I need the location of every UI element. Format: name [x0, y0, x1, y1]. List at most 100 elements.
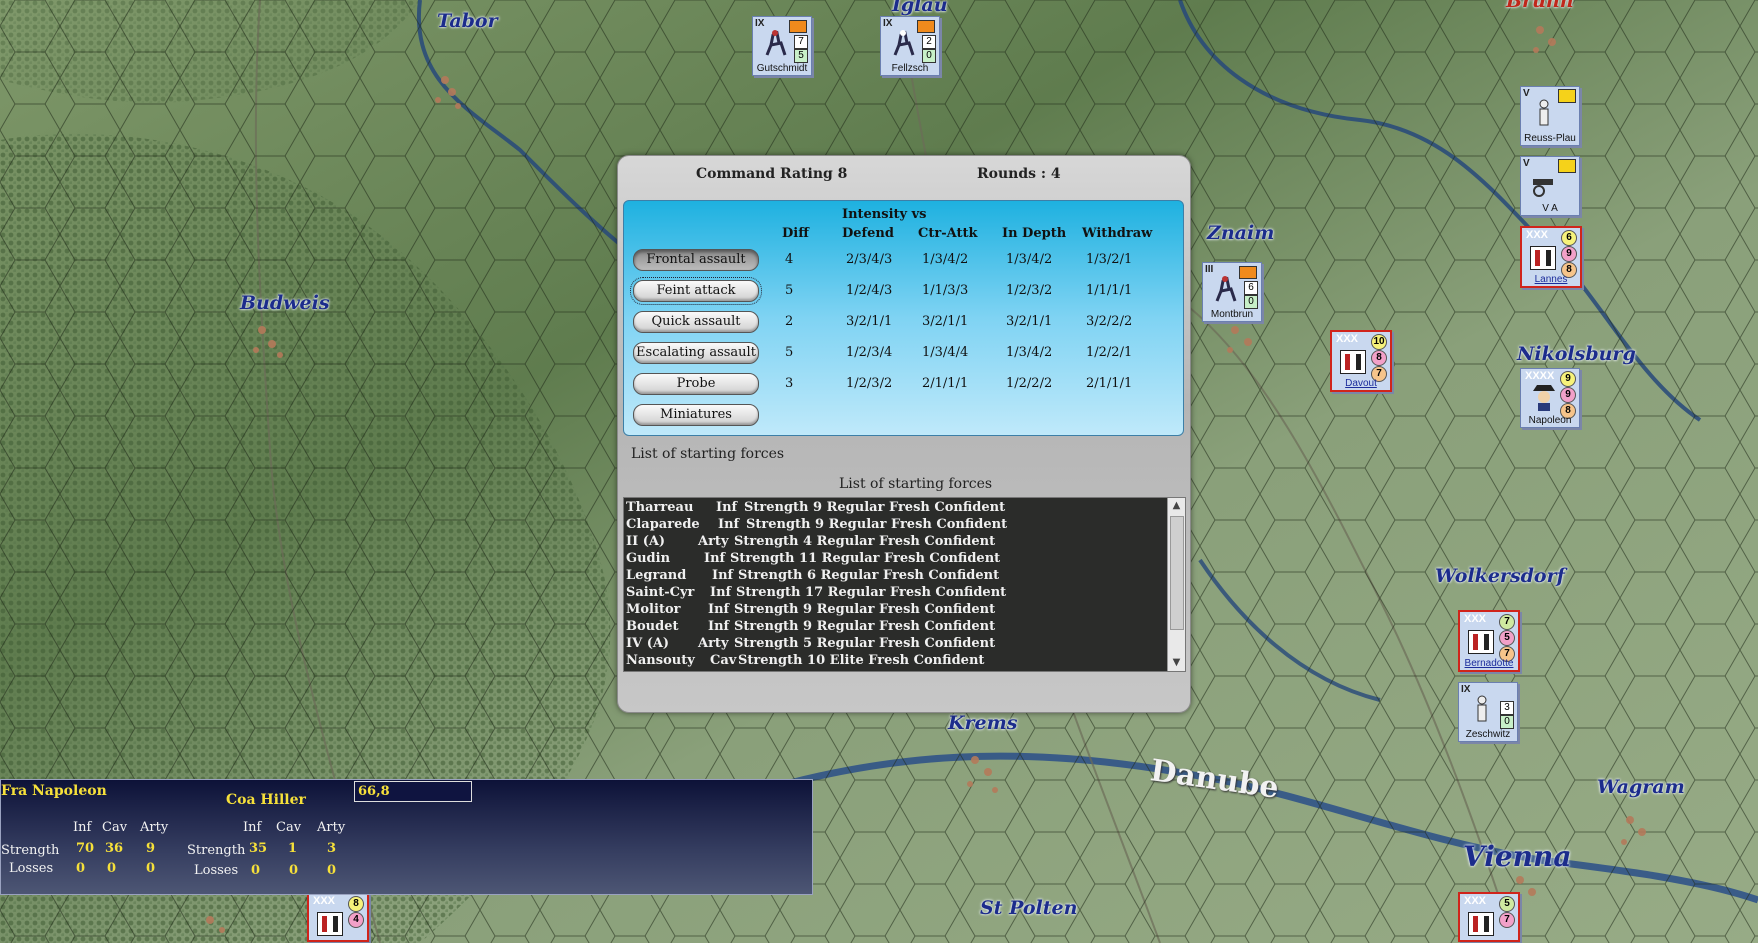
unit-counter-zeschwitz[interactable]: IX 3 0 Zeschwitz: [1458, 682, 1518, 742]
forces-scrollbar[interactable]: ▲ ▼: [1167, 498, 1185, 671]
unit-name: Lannes: [1534, 274, 1568, 285]
unit-badge: 9: [1561, 246, 1577, 262]
force-row[interactable]: Tharreau Inf Strength 9 Regular Fresh Conf…: [626, 500, 1166, 517]
unit-badge: 4: [348, 912, 364, 928]
unit-counter-davout[interactable]: XXX 10 8 7 Davout: [1330, 330, 1392, 392]
unit-level: IX: [755, 18, 765, 29]
scroll-thumb[interactable]: [1170, 516, 1184, 630]
city-label-znaim: Znaim: [1207, 222, 1275, 244]
unit-badge: 6: [1561, 230, 1577, 246]
unit-counter-lannes[interactable]: XXX 6 9 8 Lannes: [1520, 226, 1582, 288]
unit-counter-fellzsch[interactable]: IX 2 0 Fellzsch: [880, 16, 940, 76]
force-name: Gudin: [626, 551, 671, 566]
unit-counter-napoleon[interactable]: XXXX 9 9 8 Napoleon: [1520, 368, 1580, 428]
force-row[interactable]: Claparede Inf Strength 9 Regular Fresh Con…: [626, 517, 1166, 534]
tactic-defend: 1/2/3/2: [846, 376, 893, 391]
tactic-button-miniatures[interactable]: Miniatures: [633, 404, 759, 426]
city-label-brunn: Brünn: [1506, 0, 1574, 12]
unit-badge: 9: [1560, 387, 1576, 403]
tactic-button-feint-attack[interactable]: Feint attack: [630, 277, 762, 305]
column-header-inf: Inf: [73, 820, 92, 835]
tactic-in-depth: 1/2/2/2: [1006, 376, 1053, 391]
tactic-ctr-attk: 2/1/1/1: [922, 376, 969, 391]
corps-flag-icon: [1340, 350, 1366, 374]
corps-flag-icon: [1468, 630, 1494, 654]
force-type: Inf: [704, 551, 726, 566]
unit-type-icon: [917, 20, 935, 33]
force-row[interactable]: Saint-Cyr Inf Strength 17 Regular Fresh Co…: [626, 585, 1166, 602]
unit-name: Davout: [1345, 378, 1377, 389]
tactic-withdraw: 3/2/2/2: [1086, 314, 1133, 329]
force-detail: Strength 11 Regular Fresh Confident: [730, 551, 1001, 566]
unit-counter-v-a[interactable]: V V A: [1520, 156, 1580, 216]
unit-counter-montbrun[interactable]: III 6 0 Montbrun: [1202, 262, 1262, 322]
strength-arty-value: 9: [146, 841, 156, 856]
force-row[interactable]: Boudet Inf Strength 9 Regular Fresh Confid…: [626, 619, 1166, 636]
austrian-flag-icon: [1558, 159, 1576, 173]
unit-name: Bernadotte: [1464, 658, 1514, 669]
force-row[interactable]: Molitor Inf Strength 9 Regular Fresh Confi…: [626, 602, 1166, 619]
tactic-in-depth: 1/3/4/2: [1006, 345, 1053, 360]
strength-arty-value: 3: [327, 841, 337, 856]
zoom-value-field[interactable]: 66,8: [354, 781, 472, 802]
unit-counter-gutschmidt[interactable]: IX 7 5 Gutschmidt: [752, 16, 812, 76]
unit-badge: 5: [1499, 630, 1515, 646]
force-row[interactable]: Nansouty Cav Strength 10 Elite Fresh Confi…: [626, 653, 1166, 670]
starting-forces-list[interactable]: Tharreau Inf Strength 9 Regular Fresh Conf…: [623, 497, 1186, 672]
force-row[interactable]: Legrand Inf Strength 6 Regular Fresh Confi…: [626, 568, 1166, 585]
force-type: Cav: [710, 653, 737, 668]
unit-level: V: [1523, 88, 1530, 99]
unit-level: XXX: [1526, 229, 1549, 241]
unit-level: XXX: [1336, 333, 1359, 345]
force-row[interactable]: Gudin Inf Strength 11 Regular Fresh Confid…: [626, 551, 1166, 568]
unit-stat: 3: [1500, 701, 1514, 715]
unit-badge: 7: [1499, 614, 1515, 630]
tactic-button-escalating-assault[interactable]: Escalating assault: [633, 342, 759, 364]
unit-stat: 0: [1500, 715, 1514, 729]
tactic-diff: 3: [785, 376, 794, 391]
tactic-ctr-attk: 3/2/1/1: [922, 314, 969, 329]
unit-name: V A: [1542, 203, 1558, 214]
austrian-flag-icon: [1558, 89, 1576, 103]
force-name: IV (A): [626, 636, 670, 651]
tactic-button-frontal-assault[interactable]: Frontal assault: [633, 249, 759, 271]
force-detail: Strength 9 Regular Fresh Confident: [744, 500, 1006, 515]
infantry-icon: [1477, 695, 1487, 722]
starting-forces-label: List of starting forces: [631, 446, 785, 462]
strength-inf-value: 35: [249, 841, 268, 856]
strength-inf-value: 70: [76, 841, 95, 856]
unit-counter-south-corps[interactable]: XXX 8 4: [307, 892, 369, 942]
city-label-iglau: Iglau: [892, 0, 948, 16]
force-row[interactable]: II (A) Arty Strength 4 Regular Fresh Confi…: [626, 534, 1166, 551]
unit-level: XXX: [313, 895, 336, 907]
tactic-in-depth: 3/2/1/1: [1006, 314, 1053, 329]
unit-stat: 6: [1244, 281, 1258, 295]
unit-counter-reuss-plau[interactable]: V Reuss-Plau: [1520, 86, 1580, 146]
force-name: Saint-Cyr: [626, 585, 695, 600]
tactic-withdraw: 2/1/1/1: [1086, 376, 1133, 391]
city-label-budweis: Budweis: [240, 292, 330, 314]
scroll-up-icon[interactable]: ▲: [1168, 498, 1185, 514]
city-label-krems: Krems: [948, 712, 1018, 734]
cavalry-icon: [893, 30, 915, 56]
tactic-defend: 3/2/1/1: [846, 314, 893, 329]
force-detail: Strength 5 Regular Fresh Confident: [734, 636, 996, 651]
strength-cav-value: 36: [105, 841, 124, 856]
napoleon-portrait-icon: [1533, 385, 1555, 411]
tactic-in-depth: 1/3/4/2: [1006, 252, 1053, 267]
scroll-down-icon[interactable]: ▼: [1168, 655, 1185, 671]
unit-counter-bernadotte[interactable]: XXX 7 5 7 Bernadotte: [1458, 610, 1520, 672]
force-detail: Strength 9 Regular Fresh Confident: [746, 517, 1008, 532]
force-row[interactable]: IV (A) Arty Strength 5 Regular Fresh Confi…: [626, 636, 1166, 653]
tactic-button-quick-assault[interactable]: Quick assault: [633, 311, 759, 333]
artillery-icon: [1533, 179, 1553, 197]
unit-badge: 5: [1499, 896, 1515, 912]
unit-badge: 8: [348, 896, 364, 912]
losses-cav-value: 0: [289, 863, 299, 878]
intensity-header: Intensity vs: [842, 207, 927, 222]
unit-counter-vienna-corps[interactable]: XXX 5 7: [1458, 892, 1520, 942]
force-type: Inf: [718, 517, 740, 532]
tactic-button-probe[interactable]: Probe: [633, 373, 759, 395]
city-label-vienna: Vienna: [1463, 840, 1572, 873]
unit-badge: 10: [1371, 334, 1387, 350]
